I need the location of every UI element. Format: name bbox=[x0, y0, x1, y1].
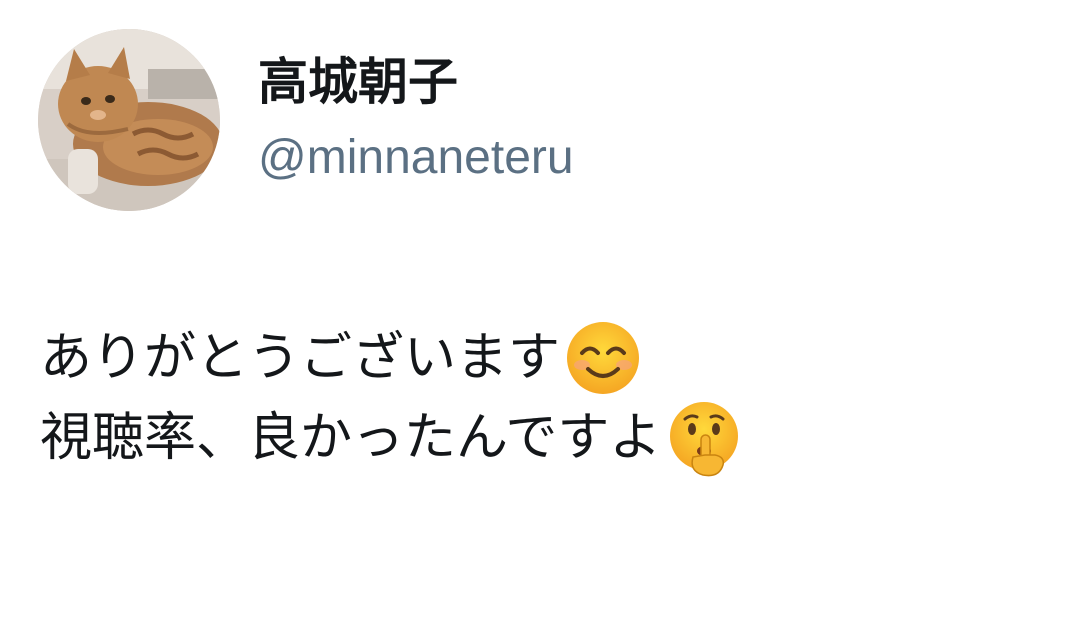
tweet-line-2-text: 視聴率、良かったんですよ bbox=[40, 408, 662, 468]
tweet-line-1: ありがとうございます bbox=[40, 318, 743, 398]
smiling-face-emoji-icon bbox=[564, 319, 642, 397]
tweet-line-2: 視聴率、良かったんですよ bbox=[40, 398, 743, 478]
tweet-body: ありがとうございます 視聴率、良かったんですよ bbox=[40, 318, 743, 478]
tweet-card: 高城朝子 @minnaneteru ありがとうございます 視聴率、良かったんです… bbox=[0, 0, 1080, 632]
cat-photo-avatar-icon bbox=[38, 29, 220, 211]
tweet-line-1-text: ありがとうございます bbox=[40, 328, 561, 388]
avatar[interactable] bbox=[38, 29, 220, 211]
display-name[interactable]: 高城朝子 bbox=[258, 52, 458, 112]
shushing-face-emoji-icon bbox=[665, 399, 743, 477]
user-handle[interactable]: @minnaneteru bbox=[258, 128, 574, 188]
